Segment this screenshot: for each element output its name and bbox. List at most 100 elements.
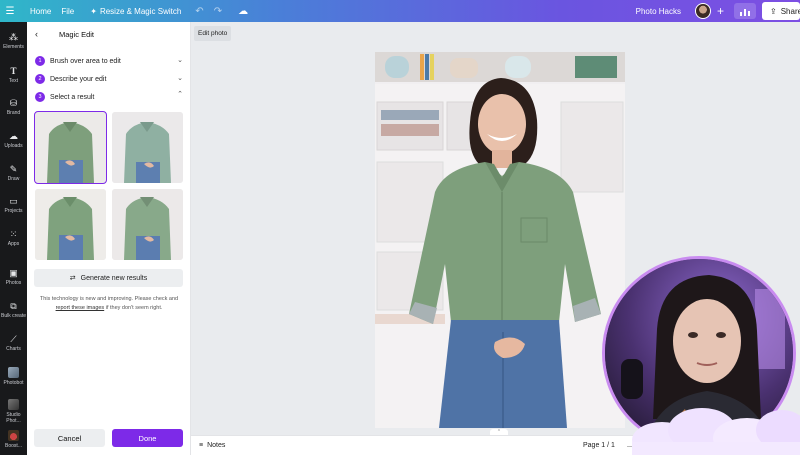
top-bar-right: Photo Hacks + ⇪ Share bbox=[636, 0, 800, 22]
chart-line-icon: ⟋ bbox=[10, 334, 17, 344]
photo-icon: ▣ bbox=[9, 268, 18, 278]
home-menu[interactable]: Home bbox=[30, 7, 51, 16]
step-number: 2 bbox=[35, 74, 45, 84]
insights-icon[interactable] bbox=[734, 3, 756, 19]
step-label: Select a result bbox=[50, 93, 95, 101]
rail-item-photos[interactable]: ▣ Photos bbox=[0, 268, 27, 286]
rail-item-photobot[interactable]: Photobot bbox=[0, 367, 27, 386]
step-label: Describe your edit bbox=[50, 75, 107, 83]
rail-item-elements[interactable]: ⁂ Elements bbox=[0, 32, 27, 50]
back-arrow-icon[interactable]: ‹ bbox=[35, 29, 49, 39]
rail-label: Draw bbox=[7, 176, 20, 182]
edit-photo-button[interactable]: Edit photo bbox=[194, 26, 232, 41]
webcam-overlay bbox=[602, 256, 796, 450]
rail-item-brand[interactable]: ⛁ Brand bbox=[0, 98, 27, 116]
bulk-create-icon: ⧉ bbox=[10, 301, 17, 311]
apps-grid-icon: ⁙ bbox=[9, 229, 18, 239]
notes-button[interactable]: ≡ Notes bbox=[199, 442, 225, 449]
canva-editor: ☰ Home File ✦ Resize & Magic Switch ↶ ↷ … bbox=[0, 0, 800, 455]
report-images-link[interactable]: report these images bbox=[56, 305, 105, 311]
result-option-4[interactable] bbox=[112, 189, 183, 260]
result-option-3[interactable] bbox=[35, 189, 106, 260]
rail-label: Studio Phot... bbox=[6, 412, 21, 424]
add-collaborator-icon[interactable]: + bbox=[717, 4, 724, 18]
left-rail: ⁂ Elements T Text ⛁ Brand ☁ Uploads ✎ Dr… bbox=[0, 22, 27, 455]
rail-label: Projects bbox=[4, 208, 23, 214]
pen-icon: ✎ bbox=[9, 164, 18, 174]
rail-label: Elements bbox=[3, 44, 24, 50]
rail-item-apps[interactable]: ⁙ Apps bbox=[0, 229, 27, 247]
zoom-slider[interactable] bbox=[627, 446, 667, 447]
note-prefix: This technology is new and improving. Pl… bbox=[39, 296, 179, 302]
rail-label: Boost... bbox=[5, 443, 22, 449]
rail-item-studio-photo[interactable]: Studio Phot... bbox=[0, 399, 27, 424]
cancel-button[interactable]: Cancel bbox=[34, 429, 105, 447]
step-number: 3 bbox=[35, 92, 45, 102]
result-thumbnail bbox=[112, 189, 183, 260]
rail-item-projects[interactable]: ▭ Projects bbox=[0, 196, 27, 214]
studio-photo-app-icon bbox=[8, 399, 19, 410]
notes-label: Notes bbox=[207, 442, 226, 449]
done-button[interactable]: Done bbox=[112, 429, 183, 447]
rail-label: Text bbox=[8, 78, 19, 84]
step-describe[interactable]: 2 Describe your edit ⌄ bbox=[35, 72, 183, 86]
rail-label: Uploads bbox=[4, 143, 23, 149]
design-photo[interactable] bbox=[375, 52, 625, 428]
result-option-1[interactable] bbox=[34, 111, 107, 184]
photobot-app-icon bbox=[8, 367, 19, 378]
generate-label: Generate new results bbox=[80, 274, 148, 282]
rail-label: Apps bbox=[7, 241, 20, 247]
share-button[interactable]: ⇪ Share bbox=[762, 2, 800, 20]
presenter-webcam-feed bbox=[605, 259, 793, 447]
result-option-2[interactable] bbox=[112, 112, 183, 183]
file-menu[interactable]: File bbox=[61, 7, 74, 16]
woman-green-shirt-photo bbox=[375, 52, 625, 428]
boost-app-icon bbox=[8, 430, 19, 441]
rail-label: Brand bbox=[6, 110, 21, 116]
chevron-up-icon: ⌃ bbox=[177, 91, 183, 98]
disclaimer-note: This technology is new and improving. Pl… bbox=[36, 295, 182, 313]
step-brush[interactable]: 1 Brush over area to edit ⌄ bbox=[35, 54, 183, 68]
rail-item-bulk-create[interactable]: ⧉ Bulk create bbox=[0, 301, 27, 319]
undo-icon[interactable]: ↶ bbox=[195, 6, 203, 17]
text-icon: T bbox=[10, 66, 17, 76]
notes-icon: ≡ bbox=[199, 442, 204, 449]
result-thumbnail bbox=[35, 189, 106, 260]
redo-icon[interactable]: ↷ bbox=[214, 6, 222, 17]
note-suffix: if they don't seem right. bbox=[105, 305, 163, 311]
result-thumbnail bbox=[112, 112, 183, 183]
rail-item-boost[interactable]: Boost... bbox=[0, 430, 27, 449]
upload-cloud-icon: ☁ bbox=[9, 131, 18, 141]
rail-item-charts[interactable]: ⟋ Charts bbox=[0, 334, 27, 352]
magic-edit-panel: ‹ Magic Edit 1 Brush over area to edit ⌄… bbox=[27, 22, 191, 455]
chevron-down-icon: ⌄ bbox=[177, 57, 183, 64]
result-thumbnail bbox=[35, 112, 106, 183]
resize-magic-switch-label: Resize & Magic Switch bbox=[99, 6, 182, 16]
step-select-result[interactable]: 3 Select a result ⌃ bbox=[35, 90, 183, 104]
rail-label: Bulk create bbox=[0, 313, 26, 319]
panel-header: ‹ Magic Edit bbox=[27, 22, 191, 46]
folder-icon: ▭ bbox=[9, 196, 18, 206]
rail-item-draw[interactable]: ✎ Draw bbox=[0, 164, 27, 182]
cloud-sync-icon[interactable]: ☁ bbox=[238, 6, 248, 17]
avatar[interactable] bbox=[694, 3, 711, 19]
share-label: Share bbox=[780, 6, 800, 16]
menu-icon[interactable]: ☰ bbox=[0, 0, 20, 22]
rail-label: Charts bbox=[6, 346, 21, 352]
resize-magic-switch-button[interactable]: ✦ Resize & Magic Switch bbox=[90, 7, 181, 16]
elements-icon: ⁂ bbox=[9, 32, 18, 42]
brand-icon: ⛁ bbox=[9, 98, 18, 108]
rail-item-text[interactable]: T Text bbox=[0, 66, 27, 84]
chevron-down-icon: ⌄ bbox=[177, 75, 183, 82]
rail-label: Photos bbox=[5, 280, 22, 286]
step-number: 1 bbox=[35, 56, 45, 66]
sparkle-icon: ✦ bbox=[90, 6, 97, 16]
generate-new-results-button[interactable]: ⇄ Generate new results bbox=[34, 269, 183, 287]
panel-title: Magic Edit bbox=[59, 29, 95, 39]
page-indicator[interactable]: Page 1 / 1 bbox=[583, 442, 615, 449]
share-icon: ⇪ bbox=[770, 6, 777, 16]
shuffle-icon: ⇄ bbox=[69, 275, 76, 282]
project-title[interactable]: Photo Hacks bbox=[636, 7, 681, 16]
top-bar: ☰ Home File ✦ Resize & Magic Switch ↶ ↷ … bbox=[0, 0, 800, 22]
rail-item-uploads[interactable]: ☁ Uploads bbox=[0, 131, 27, 149]
